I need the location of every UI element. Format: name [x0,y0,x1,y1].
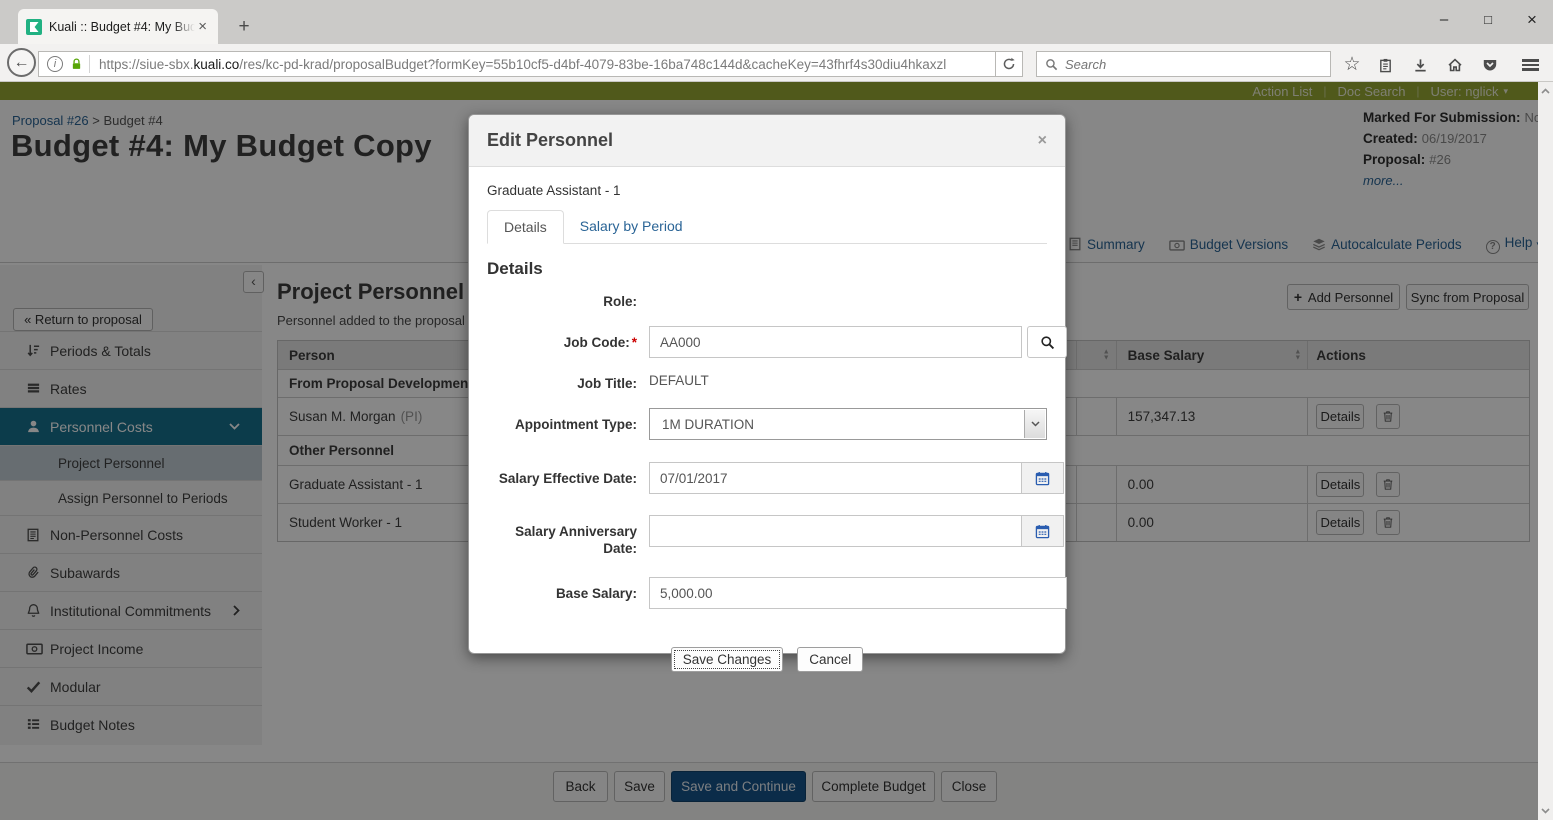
search-bar[interactable] [1036,51,1331,77]
back-nav-button[interactable]: ← [7,48,36,77]
clipboard-icon[interactable] [1373,53,1397,77]
home-icon[interactable] [1443,53,1467,77]
appointment-type-select[interactable]: 1M DURATION [649,408,1047,440]
modal-tabs: Details Salary by Period [487,210,1047,244]
minimize-button[interactable]: – [1428,6,1460,34]
tab-title: Kuali :: Budget #4: My Budge [49,20,195,34]
screen: Action List | Doc Search | User: nglick … [0,0,1553,820]
job-title-label: Job Title: [487,371,637,392]
reload-button[interactable] [996,51,1023,77]
salary-anniversary-date-label: Salary Anniversary Date: [487,515,637,557]
job-title-value: DEFAULT [649,371,709,392]
tab-salary-by-period[interactable]: Salary by Period [564,210,699,243]
salary-effective-date-input[interactable] [649,462,1022,494]
scroll-down-icon[interactable] [1540,805,1551,816]
calendar-icon[interactable] [1021,462,1064,494]
calendar-icon[interactable] [1021,515,1064,547]
modal-subject: Graduate Assistant - 1 [487,183,1047,198]
window-close-button[interactable]: × [1516,6,1548,34]
download-icon[interactable] [1408,53,1432,77]
search-icon [1045,58,1058,71]
salary-effective-date-label: Salary Effective Date: [487,462,637,494]
tab-close-icon[interactable]: × [195,18,210,35]
select-arrow-icon [1024,410,1045,438]
required-indicator: * [632,335,637,350]
edit-personnel-modal: Edit Personnel × Graduate Assistant - 1 … [468,114,1066,654]
pocket-icon[interactable] [1478,53,1502,77]
lock-icon[interactable] [70,57,83,71]
modal-header: Edit Personnel × [469,115,1065,167]
search-input[interactable] [1065,57,1322,72]
url-divider [89,55,90,73]
modal-title: Edit Personnel [487,130,1038,151]
browser-tab[interactable]: Kuali :: Budget #4: My Budge × [18,9,218,44]
role-label: Role: [487,293,637,310]
job-code-input[interactable] [649,326,1022,358]
browser-titlebar: Kuali :: Budget #4: My Budge × + – □ × [0,0,1553,44]
scroll-up-icon[interactable] [1540,86,1551,97]
save-changes-button[interactable]: Save Changes [671,647,784,672]
base-salary-input[interactable] [649,577,1067,609]
url-text: https://siue-sbx.kuali.co/res/kc-pd-krad… [99,57,946,72]
page-scrollbar[interactable] [1538,82,1553,820]
maximize-button[interactable]: □ [1472,6,1504,34]
job-code-search-button[interactable] [1027,326,1067,358]
base-salary-label: Base Salary: [487,577,637,609]
info-icon[interactable]: i [47,56,63,72]
details-section-title: Details [487,259,1047,279]
salary-anniversary-date-input[interactable] [649,515,1022,547]
cancel-button[interactable]: Cancel [797,647,863,672]
new-tab-button[interactable]: + [233,16,255,38]
kuali-favicon [26,19,42,35]
job-code-label: Job Code:* [487,326,637,358]
bookmark-star-icon[interactable]: ☆ [1340,53,1364,77]
menu-icon[interactable] [1518,53,1542,77]
appointment-type-label: Appointment Type: [487,408,637,440]
modal-close-icon[interactable]: × [1038,132,1047,150]
url-bar[interactable]: i https://siue-sbx.kuali.co/res/kc-pd-kr… [38,51,996,77]
tab-details[interactable]: Details [487,210,564,244]
